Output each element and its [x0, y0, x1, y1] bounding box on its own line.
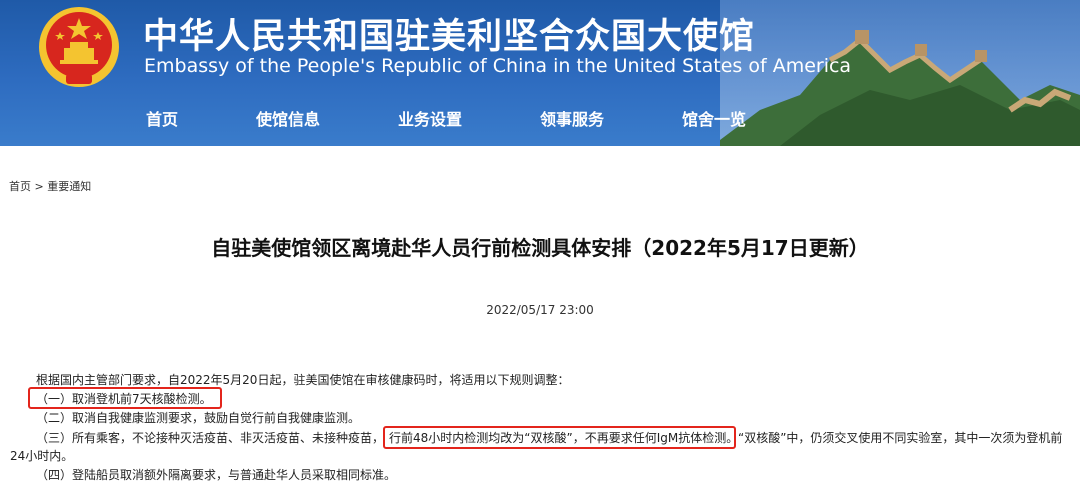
highlight-box-item-1 — [28, 387, 222, 409]
breadcrumb-separator: > — [34, 180, 44, 193]
nav-item-premises[interactable]: 馆舍一览 — [682, 106, 746, 130]
national-emblem-icon — [39, 7, 119, 87]
article-title: 自驻美使馆领区离境赴华人员行前检测具体安排（2022年5月17日更新） — [211, 236, 869, 260]
breadcrumb-home-link[interactable]: 首页 — [9, 180, 31, 193]
article-item-3-part-d: 24小时内。 — [10, 449, 74, 463]
article-item-2: （二）取消自我健康监测要求，鼓励自觉行前自我健康监测。 — [36, 411, 361, 425]
site-title-english: Embassy of the People's Republic of Chin… — [144, 55, 852, 77]
main-navigation: 首页 使馆信息 业务设置 领事服务 馆舍一览 — [0, 95, 760, 139]
site-header: 中华人民共和国驻美利坚合众国大使馆 Embassy of the People'… — [0, 0, 1080, 146]
nav-item-services[interactable]: 业务设置 — [398, 106, 462, 130]
article-date: 2022/05/17 23:00 — [486, 303, 594, 317]
highlight-box-item-3 — [383, 426, 736, 449]
site-title-chinese: 中华人民共和国驻美利坚合众国大使馆 — [143, 17, 756, 57]
nav-item-consular[interactable]: 领事服务 — [540, 106, 604, 130]
breadcrumb-current-link[interactable]: 重要通知 — [47, 180, 91, 193]
article-intro: 根据国内主管部门要求，自2022年5月20日起，驻美国使馆在审核健康码时，将适用… — [36, 373, 570, 387]
article-item-3-part-a: （三）所有乘客，不论接种灭活疫苗、非灭活疫苗、未接种疫苗， — [36, 431, 385, 445]
breadcrumb: 首页 > 重要通知 — [9, 178, 91, 194]
nav-item-home[interactable]: 首页 — [146, 106, 178, 130]
article-item-4: （四）登陆船员取消额外隔离要求，与普通赴华人员采取相同标准。 — [36, 468, 397, 482]
article-item-3-part-c: “双核酸”中，仍须交叉使用不同实验室，其中一次须为登机前 — [738, 431, 1063, 445]
nav-item-embassy-info[interactable]: 使馆信息 — [256, 106, 320, 130]
